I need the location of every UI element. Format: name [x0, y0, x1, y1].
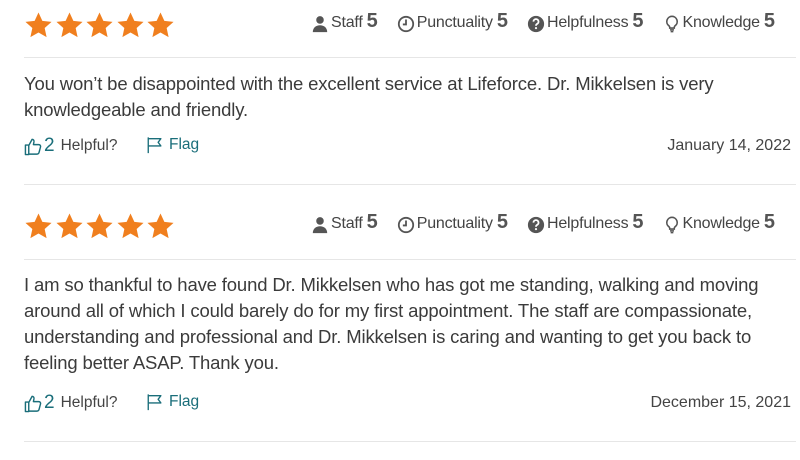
metric-value: 5: [632, 10, 644, 32]
metric-helpfulness: Helpfulness 5: [527, 211, 644, 235]
star-icon: [146, 11, 175, 40]
flag-label: Flag: [169, 393, 200, 410]
rating-row: Staff 5 Punctuality 5 Helpfulness 5 Know…: [0, 0, 800, 50]
lightbulb-icon: [663, 216, 681, 234]
star-icon: [116, 11, 145, 40]
helpful-count: 2: [44, 392, 55, 413]
metric-staff: Staff 5: [311, 211, 378, 235]
helpful-button[interactable]: 2 Helpful?: [24, 135, 117, 157]
review-actions: 2 Helpful? Flag January 14, 2022: [0, 135, 800, 159]
reviews-list: Staff 5 Punctuality 5 Helpfulness 5 Know…: [0, 0, 800, 460]
metric-label: Staff: [331, 214, 363, 232]
star-icon: [55, 212, 84, 241]
metric-label: Punctuality: [416, 13, 493, 31]
review-text: You won’t be disappointed with the excel…: [24, 73, 714, 120]
helpful-label: Helpful?: [60, 137, 118, 154]
helpful-label: Helpful?: [60, 394, 118, 411]
rating-metrics: Staff 5 Punctuality 5 Helpfulness 5 Know…: [311, 10, 775, 34]
star-icon: [55, 11, 84, 40]
metric-label: Knowledge: [682, 13, 761, 31]
metric-value: 5: [366, 211, 378, 233]
star-icon: [24, 212, 53, 241]
star-icon: [24, 11, 53, 40]
flag-button[interactable]: Flag: [146, 136, 199, 154]
divider: [24, 57, 796, 58]
star-rating: [24, 11, 177, 40]
thumbs-up-icon: [24, 394, 43, 413]
question-icon: [527, 216, 545, 234]
metric-label: Helpfulness: [546, 13, 629, 31]
divider: [24, 259, 796, 260]
review-actions: 2 Helpful? Flag December 15, 2021: [0, 392, 800, 416]
review-text: I am so thankful to have found Dr. Mikke…: [24, 274, 759, 373]
metric-label: Knowledge: [682, 214, 761, 232]
metric-knowledge: Knowledge 5: [663, 10, 775, 34]
thumbs-up-icon: [24, 137, 43, 156]
metric-value: 5: [632, 211, 644, 233]
star-rating: [24, 212, 177, 241]
metric-label: Punctuality: [416, 214, 493, 232]
person-icon: [311, 15, 329, 33]
metric-punctuality: Punctuality 5: [397, 10, 508, 34]
metric-value: 5: [763, 211, 775, 233]
metric-label: Helpfulness: [546, 214, 629, 232]
flag-icon: [146, 393, 164, 411]
rating-row: Staff 5 Punctuality 5 Helpfulness 5 Know…: [0, 201, 800, 251]
metric-value: 5: [496, 10, 508, 32]
star-icon: [146, 212, 175, 241]
metric-value: 5: [496, 211, 508, 233]
flag-label: Flag: [169, 136, 200, 153]
metric-value: 5: [763, 10, 775, 32]
star-icon: [85, 11, 114, 40]
star-icon: [116, 212, 145, 241]
metric-value: 5: [366, 10, 378, 32]
flag-icon: [146, 136, 164, 154]
divider: [24, 184, 796, 185]
flag-button[interactable]: Flag: [146, 393, 199, 411]
metric-staff: Staff 5: [311, 10, 378, 34]
metric-knowledge: Knowledge 5: [663, 211, 775, 235]
lightbulb-icon: [663, 15, 681, 33]
metric-punctuality: Punctuality 5: [397, 211, 508, 235]
review-card: Staff 5 Punctuality 5 Helpfulness 5 Know…: [0, 0, 800, 185]
review-card: Staff 5 Punctuality 5 Helpfulness 5 Know…: [0, 201, 800, 442]
review-date: January 14, 2022: [667, 137, 791, 154]
metric-helpfulness: Helpfulness 5: [527, 10, 644, 34]
divider: [24, 441, 796, 442]
review-date: December 15, 2021: [650, 394, 791, 411]
helpful-button[interactable]: 2 Helpful?: [24, 392, 117, 414]
clock-icon: [397, 15, 415, 33]
clock-icon: [397, 216, 415, 234]
question-icon: [527, 15, 545, 33]
star-icon: [85, 212, 114, 241]
person-icon: [311, 216, 329, 234]
rating-metrics: Staff 5 Punctuality 5 Helpfulness 5 Know…: [311, 211, 775, 235]
metric-label: Staff: [331, 13, 363, 31]
helpful-count: 2: [44, 135, 55, 156]
